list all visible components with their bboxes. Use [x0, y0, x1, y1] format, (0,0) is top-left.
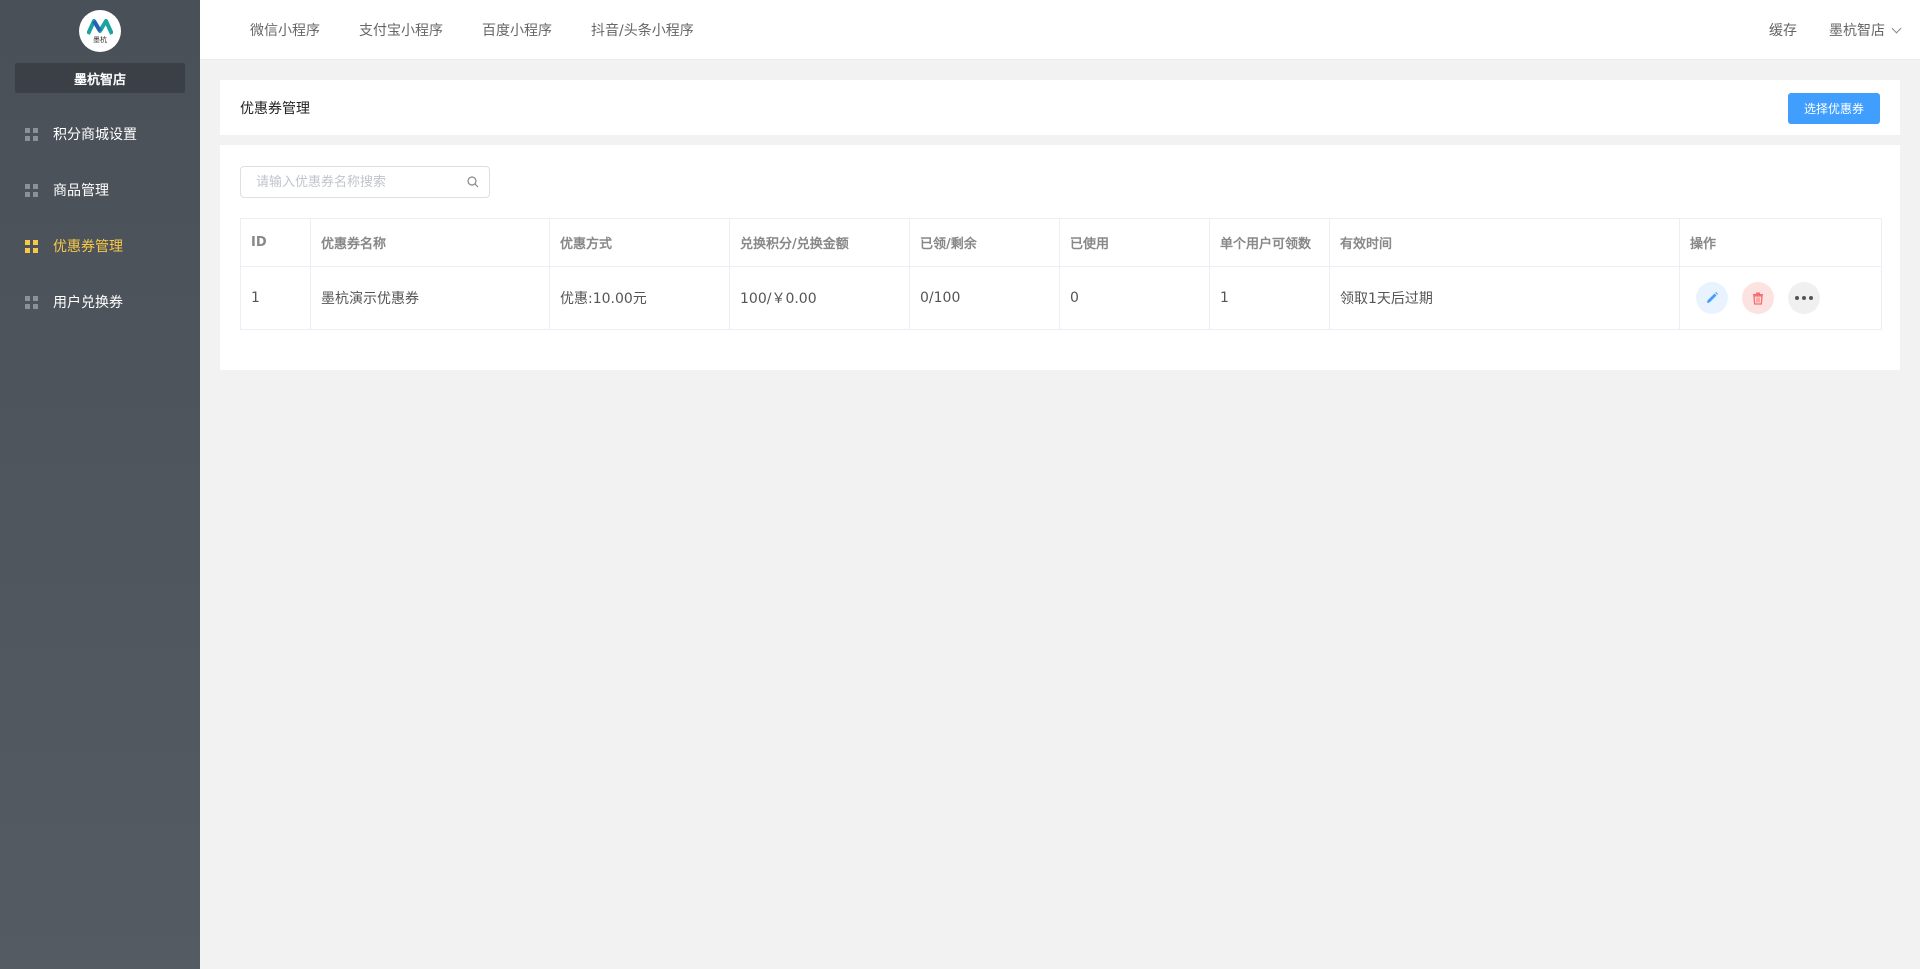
- sidebar-item-coupon-management[interactable]: 优惠券管理: [0, 218, 200, 274]
- more-dots-icon: [1795, 296, 1813, 300]
- row-actions: [1690, 282, 1871, 314]
- tab-douyin-miniprogram[interactable]: 抖音/头条小程序: [591, 20, 694, 40]
- page-title: 优惠券管理: [240, 100, 310, 117]
- cell-actions: [1679, 266, 1882, 330]
- sidebar-item-label: 商品管理: [53, 183, 109, 199]
- grid-icon: [25, 239, 38, 253]
- sidebar-item-product-management[interactable]: 商品管理: [0, 162, 200, 218]
- logo-mark-icon: [87, 18, 113, 35]
- coupon-table: ID 优惠券名称 优惠方式 兑换积分/兑换金额 已领/剩余 已使用 单个用户可领…: [240, 218, 1882, 330]
- search-box: [240, 166, 490, 198]
- column-header: 已使用: [1059, 218, 1210, 267]
- sidebar-menu: 积分商城设置 商品管理 优惠券管理 用户兑换券: [0, 106, 200, 330]
- top-right-actions: 缓存 墨杭智店: [1769, 0, 1902, 60]
- grid-icon: [25, 183, 38, 197]
- table-header-row: ID 优惠券名称 优惠方式 兑换积分/兑换金额 已领/剩余 已使用 单个用户可领…: [240, 218, 1882, 267]
- sidebar-item-label: 优惠券管理: [53, 239, 123, 255]
- cell-exchange: 100/￥0.00: [729, 266, 910, 330]
- cell-valid-time: 领取1天后过期: [1329, 266, 1680, 330]
- logo[interactable]: 墨杭: [79, 10, 121, 52]
- column-header: 兑换积分/兑换金额: [729, 218, 910, 267]
- column-header: 优惠方式: [549, 218, 730, 267]
- cell-received: 0/100: [909, 266, 1060, 330]
- tab-baidu-miniprogram[interactable]: 百度小程序: [482, 20, 552, 40]
- cache-button[interactable]: 缓存: [1769, 20, 1797, 40]
- user-menu[interactable]: 墨杭智店: [1829, 20, 1902, 40]
- column-header: 单个用户可领数: [1209, 218, 1330, 267]
- tab-alipay-miniprogram[interactable]: 支付宝小程序: [359, 20, 443, 40]
- tab-wechat-miniprogram[interactable]: 微信小程序: [250, 20, 320, 40]
- delete-button[interactable]: [1742, 282, 1774, 314]
- edit-button[interactable]: [1696, 282, 1728, 314]
- more-button[interactable]: [1788, 282, 1820, 314]
- sidebar: 墨杭 墨杭智店 积分商城设置 商品管理 优惠券管理 用户兑换券: [0, 0, 200, 969]
- logo-area: 墨杭 墨杭智店: [0, 0, 200, 106]
- grid-icon: [25, 127, 38, 141]
- chevron-down-icon: [1891, 23, 1902, 33]
- search-input[interactable]: [241, 167, 489, 197]
- grid-icon: [25, 295, 38, 309]
- sidebar-item-points-mall-settings[interactable]: 积分商城设置: [0, 106, 200, 162]
- sidebar-item-user-vouchers[interactable]: 用户兑换券: [0, 274, 200, 330]
- cell-id: 1: [240, 266, 311, 330]
- cell-per-user: 1: [1209, 266, 1330, 330]
- user-name: 墨杭智店: [1829, 23, 1885, 39]
- search-icon[interactable]: [467, 176, 479, 188]
- sidebar-item-label: 用户兑换券: [53, 295, 123, 311]
- column-header: 优惠券名称: [310, 218, 550, 267]
- table-row: 1 墨杭演示优惠券 优惠:10.00元 100/￥0.00 0/100 0 1 …: [240, 266, 1882, 330]
- cell-name: 墨杭演示优惠券: [310, 266, 550, 330]
- pencil-icon: [1707, 292, 1718, 303]
- sidebar-item-label: 积分商城设置: [53, 127, 137, 143]
- column-header: ID: [240, 218, 311, 267]
- column-header: 操作: [1679, 218, 1882, 267]
- column-header: 已领/剩余: [909, 218, 1060, 267]
- page-header: 优惠券管理 选择优惠券: [220, 80, 1900, 135]
- top-bar: 微信小程序 支付宝小程序 百度小程序 抖音/头条小程序 缓存 墨杭智店: [200, 0, 1920, 60]
- logo-text: 墨杭: [93, 35, 107, 44]
- column-header: 有效时间: [1329, 218, 1680, 267]
- shop-name: 墨杭智店: [15, 63, 185, 93]
- coupon-list-panel: ID 优惠券名称 优惠方式 兑换积分/兑换金额 已领/剩余 已使用 单个用户可领…: [220, 145, 1900, 370]
- platform-tabs: 微信小程序 支付宝小程序 百度小程序 抖音/头条小程序: [250, 0, 733, 60]
- cell-used: 0: [1059, 266, 1210, 330]
- trash-icon: [1753, 292, 1763, 305]
- select-coupon-button[interactable]: 选择优惠券: [1787, 93, 1880, 124]
- cell-discount: 优惠:10.00元: [549, 266, 730, 330]
